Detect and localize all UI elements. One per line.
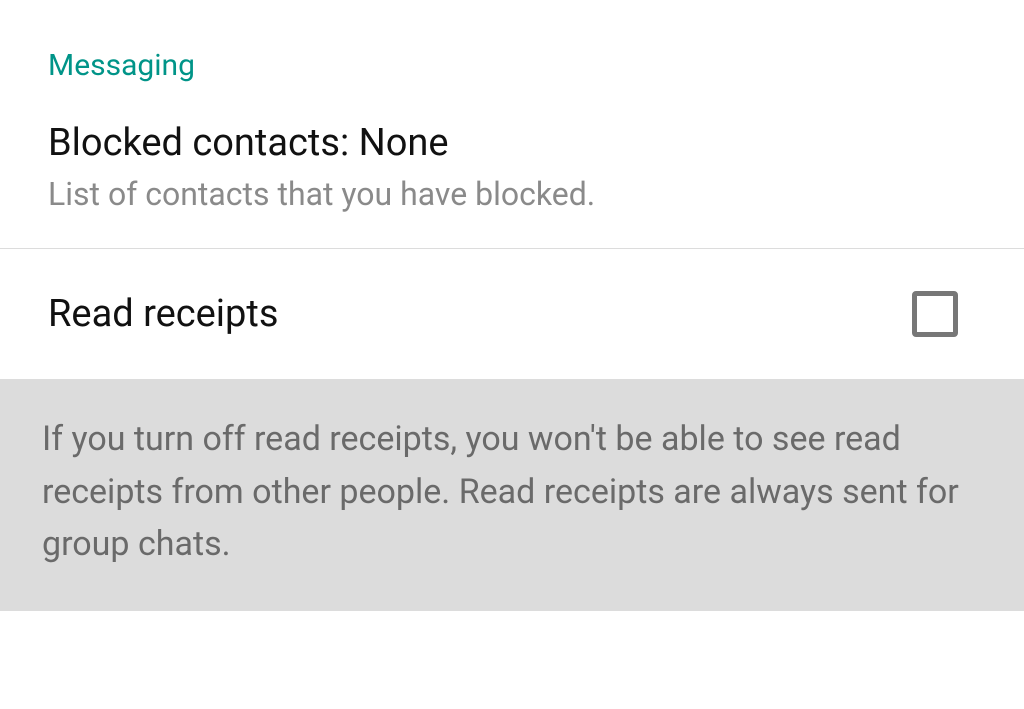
- section-header-messaging: Messaging: [0, 0, 1024, 101]
- blocked-contacts-item[interactable]: Blocked contacts: None List of contacts …: [0, 101, 1024, 248]
- read-receipts-row[interactable]: Read receipts: [0, 249, 1024, 379]
- blocked-contacts-title: Blocked contacts: None: [48, 119, 976, 168]
- read-receipts-label: Read receipts: [48, 292, 278, 336]
- blocked-contacts-subtitle: List of contacts that you have blocked.: [48, 174, 976, 216]
- read-receipts-info-text: If you turn off read receipts, you won't…: [42, 413, 982, 571]
- read-receipts-info-panel: If you turn off read receipts, you won't…: [0, 379, 1024, 611]
- read-receipts-checkbox[interactable]: [912, 291, 958, 337]
